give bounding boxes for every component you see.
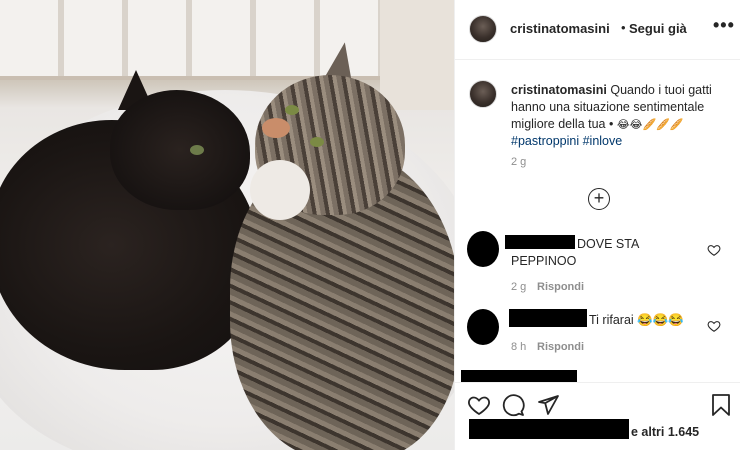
redacted-comment [461,370,577,382]
redacted-username [509,309,587,327]
reply-button[interactable]: Rispondi [537,341,584,353]
redacted-username [505,235,575,249]
action-bar: e altri 1.645 [455,382,740,450]
likes-count[interactable]: e altri 1.645 [631,425,699,439]
comment-avatar[interactable] [467,309,499,345]
comment-text: PEPPINOO [511,254,577,268]
comment-timestamp[interactable]: 2 g [511,281,526,293]
tabby-cat-eye [310,137,324,147]
heart-icon[interactable] [707,319,721,333]
caption-timestamp[interactable]: 2 g [511,156,526,168]
black-cat-head [110,90,250,210]
more-icon[interactable]: ••• [713,15,735,36]
heart-icon[interactable] [467,393,491,417]
tabby-cat-eye [285,105,299,115]
comment-timestamp[interactable]: 8 h [511,341,526,353]
comment-avatar[interactable] [467,231,499,267]
black-cat-eye [190,145,204,155]
caption-avatar[interactable] [469,80,497,108]
reply-button[interactable]: Rispondi [537,281,584,293]
tabby-cat-chest [250,160,310,220]
wall [380,0,454,110]
plus-circle-icon[interactable]: + [588,188,610,210]
avatar[interactable] [469,15,497,43]
bookmark-icon[interactable] [709,393,733,417]
separator-dot: • [621,20,626,35]
post-sidebar: cristinatomasini • Segui già ••• cristin… [454,0,740,450]
comment-icon[interactable] [501,393,525,417]
hashtag-link[interactable]: #inlove [583,134,623,148]
tabby-cat-nose [262,118,290,138]
comment-text: Ti rifarai 😂😂😂 [589,313,684,327]
post-caption: cristinatomasini Quando i tuoi gatti han… [511,82,727,150]
comment-text: DOVE STA [577,237,640,251]
following-button[interactable]: Segui già [629,21,687,36]
heart-icon[interactable] [707,243,721,257]
hashtag-link[interactable]: #pastroppini [511,134,579,148]
username-link[interactable]: cristinatomasini [510,21,610,36]
caption-emojis: 😂😂🥖🥖🥖 [616,118,684,131]
redacted-liker [469,419,629,439]
share-icon[interactable] [536,393,560,417]
caption-username[interactable]: cristinatomasini [511,83,607,97]
post-photo[interactable] [0,0,454,450]
post-header: cristinatomasini • Segui già ••• [455,0,740,60]
